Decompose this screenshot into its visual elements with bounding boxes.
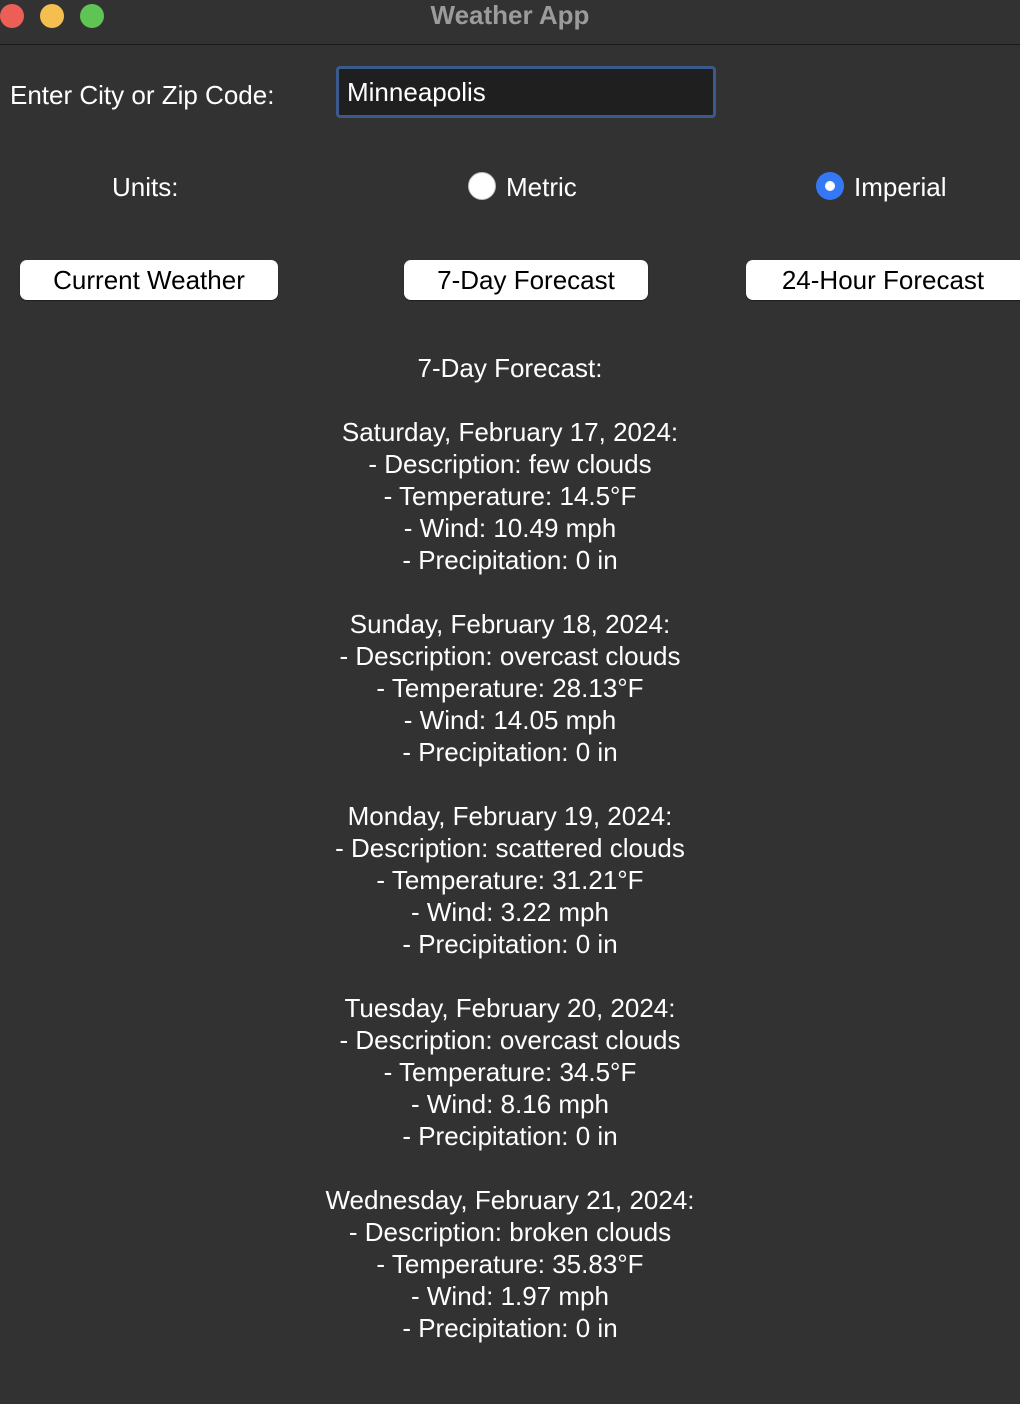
metric-radio[interactable] xyxy=(468,172,496,200)
metric-radio-label[interactable]: Metric xyxy=(506,170,577,204)
seven-day-forecast-button[interactable]: 7-Day Forecast xyxy=(404,260,648,300)
forecast-description: - Description: overcast clouds xyxy=(339,641,681,671)
forecast-wind: - Wind: 10.49 mph xyxy=(403,513,617,543)
city-label: Enter City or Zip Code: xyxy=(10,80,275,110)
forecast-description: - Description: few clouds xyxy=(368,449,652,479)
title-bar: Weather App xyxy=(0,0,1020,45)
forecast-wind: - Wind: 14.05 mph xyxy=(403,705,617,735)
forecast-wind: - Wind: 8.16 mph xyxy=(411,1089,609,1119)
forecast-date: Monday, February 19, 2024: xyxy=(347,801,673,831)
forecast-precipitation: - Precipitation: 0 in xyxy=(402,545,618,575)
forecast-description: - Description: overcast clouds xyxy=(339,1025,681,1055)
imperial-radio-label[interactable]: Imperial xyxy=(854,170,946,204)
forecast-temperature: - Temperature: 31.21°F xyxy=(376,865,644,895)
forecast-day: Sunday, February 18, 2024: - Description… xyxy=(0,608,1020,768)
imperial-radio[interactable] xyxy=(816,172,844,200)
forecast-date: Saturday, February 17, 2024: xyxy=(341,417,679,447)
forecast-temperature: - Temperature: 14.5°F xyxy=(383,481,637,511)
units-label: Units: xyxy=(112,172,179,202)
forecast-temperature: - Temperature: 34.5°F xyxy=(383,1057,637,1087)
forecast-day: Wednesday, February 21, 2024: - Descript… xyxy=(0,1184,1020,1344)
forecast-description: - Description: scattered clouds xyxy=(335,833,685,863)
forecast-precipitation: - Precipitation: 0 in xyxy=(402,929,618,959)
forecast-wind: - Wind: 3.22 mph xyxy=(411,897,609,927)
current-weather-button[interactable]: Current Weather xyxy=(20,260,278,300)
forecast-heading: 7-Day Forecast: xyxy=(417,353,603,383)
forecast-day: Monday, February 19, 2024: - Description… xyxy=(0,800,1020,960)
forecast-date: Wednesday, February 21, 2024: xyxy=(325,1185,695,1215)
forecast-precipitation: - Precipitation: 0 in xyxy=(402,1121,618,1151)
forecast-description: - Description: broken clouds xyxy=(348,1217,672,1247)
forecast-wind: - Wind: 1.97 mph xyxy=(411,1281,609,1311)
hourly-forecast-button[interactable]: 24-Hour Forecast xyxy=(746,260,1020,300)
forecast-precipitation: - Precipitation: 0 in xyxy=(402,1313,618,1343)
forecast-precipitation: - Precipitation: 0 in xyxy=(402,737,618,767)
forecast-date: Tuesday, February 20, 2024: xyxy=(344,993,676,1023)
forecast-day: Tuesday, February 20, 2024: - Descriptio… xyxy=(0,992,1020,1152)
window-title: Weather App xyxy=(430,0,590,30)
forecast-date: Sunday, February 18, 2024: xyxy=(349,609,671,639)
forecast-temperature: - Temperature: 35.83°F xyxy=(376,1249,644,1279)
forecast-temperature: - Temperature: 28.13°F xyxy=(376,673,644,703)
forecast-output: 7-Day Forecast: Saturday, February 17, 2… xyxy=(0,352,1020,1344)
forecast-day: Saturday, February 17, 2024: - Descripti… xyxy=(0,416,1020,576)
city-input[interactable] xyxy=(336,66,716,118)
